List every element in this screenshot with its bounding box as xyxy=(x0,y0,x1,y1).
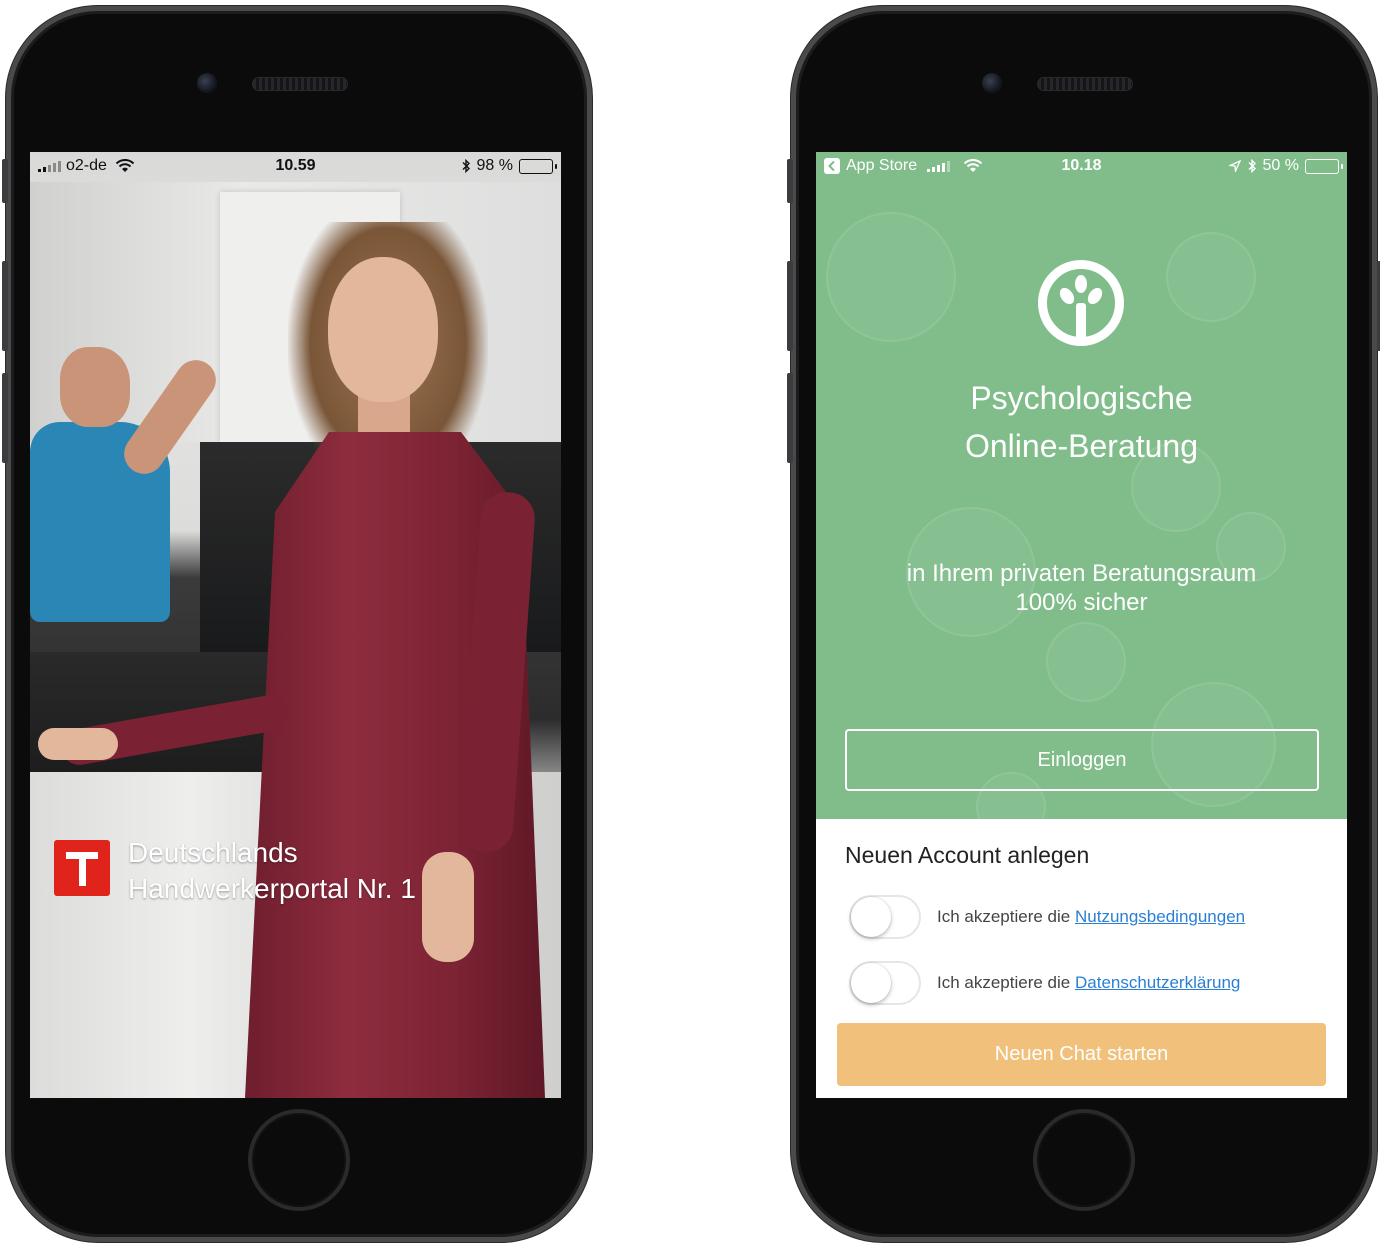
status-bar: App Store 10.18 50 % xyxy=(816,152,1347,180)
right-phone: Psychologische Online-Beratung in Ihrem … xyxy=(787,6,1380,1242)
battery-icon xyxy=(1305,158,1343,174)
status-bar: o2-de 10.59 98 % xyxy=(30,152,561,180)
brand-overlay: Deutschlands Handwerkerportal Nr. 1 xyxy=(54,835,416,907)
battery-percent: 98 % xyxy=(476,157,513,174)
earpiece-speaker xyxy=(1037,77,1133,91)
terms-prefix: Ich akzeptiere die xyxy=(937,907,1071,926)
terms-toggle[interactable] xyxy=(849,895,921,939)
login-button[interactable]: Einloggen xyxy=(845,729,1319,791)
right-screen: Psychologische Online-Beratung in Ihrem … xyxy=(816,152,1347,1098)
wifi-icon xyxy=(115,159,135,172)
volume-down-button xyxy=(787,373,793,463)
privacy-prefix: Ich akzeptiere die xyxy=(937,973,1071,992)
subtitle-line1: in Ihrem privaten Beratungsraum xyxy=(906,560,1257,587)
subtitle-line2: 100% sicher xyxy=(1015,589,1148,616)
privacy-toggle[interactable] xyxy=(849,961,921,1005)
location-arrow-icon xyxy=(1228,160,1241,172)
mute-switch xyxy=(2,159,8,203)
bluetooth-icon xyxy=(462,159,470,173)
left-phone: o2-de 10.59 98 % Deutschlands Handwerker… xyxy=(2,6,592,1242)
brand-tagline: Deutschlands Handwerkerportal Nr. 1 xyxy=(128,835,416,907)
left-screen: o2-de 10.59 98 % Deutschlands Handwerker… xyxy=(30,152,561,1098)
terms-text: Ich akzeptiere die Nutzungsbedingungen xyxy=(937,907,1245,927)
carrier-label: o2-de xyxy=(66,157,107,174)
back-arrow-icon[interactable] xyxy=(824,158,840,174)
signal-icon xyxy=(927,160,951,172)
app-subtitle: in Ihrem privaten Beratungsraum 100% sic… xyxy=(816,559,1347,617)
wifi-icon xyxy=(963,159,983,172)
tagline-line2: Handwerkerportal Nr. 1 xyxy=(128,873,416,904)
start-chat-button[interactable]: Neuen Chat starten xyxy=(837,1023,1326,1086)
signup-title: Neuen Account anlegen xyxy=(845,842,1090,868)
earpiece-speaker xyxy=(252,77,348,91)
volume-up-button xyxy=(787,261,793,351)
tree-logo-icon xyxy=(1038,260,1124,346)
front-camera xyxy=(197,73,217,93)
terms-row: Ich akzeptiere die Nutzungsbedingungen xyxy=(849,895,1245,939)
privacy-link[interactable]: Datenschutzerklärung xyxy=(1075,973,1240,992)
title-line2: Online-Beratung xyxy=(964,428,1199,464)
kitchen-photo xyxy=(30,152,561,1098)
home-button[interactable] xyxy=(248,1109,350,1211)
home-button[interactable] xyxy=(1033,1109,1135,1211)
volume-down-button xyxy=(2,373,8,463)
bluetooth-icon xyxy=(1248,159,1256,173)
front-camera xyxy=(982,73,1002,93)
privacy-row: Ich akzeptiere die Datenschutzerklärung xyxy=(849,961,1240,1005)
brand-logo xyxy=(54,840,110,896)
app-title: Psychologische Online-Beratung xyxy=(816,374,1347,470)
title-line1: Psychologische xyxy=(970,380,1193,416)
battery-percent: 50 % xyxy=(1262,157,1299,174)
back-app-label[interactable]: App Store xyxy=(846,157,917,175)
signal-icon xyxy=(38,160,61,172)
tagline-line1: Deutschlands xyxy=(128,837,298,868)
terms-link[interactable]: Nutzungsbedingungen xyxy=(1075,907,1245,926)
hero-section: Psychologische Online-Beratung in Ihrem … xyxy=(816,152,1347,819)
privacy-text: Ich akzeptiere die Datenschutzerklärung xyxy=(937,973,1240,993)
mute-switch xyxy=(787,159,793,203)
battery-icon xyxy=(519,158,557,174)
volume-up-button xyxy=(2,261,8,351)
